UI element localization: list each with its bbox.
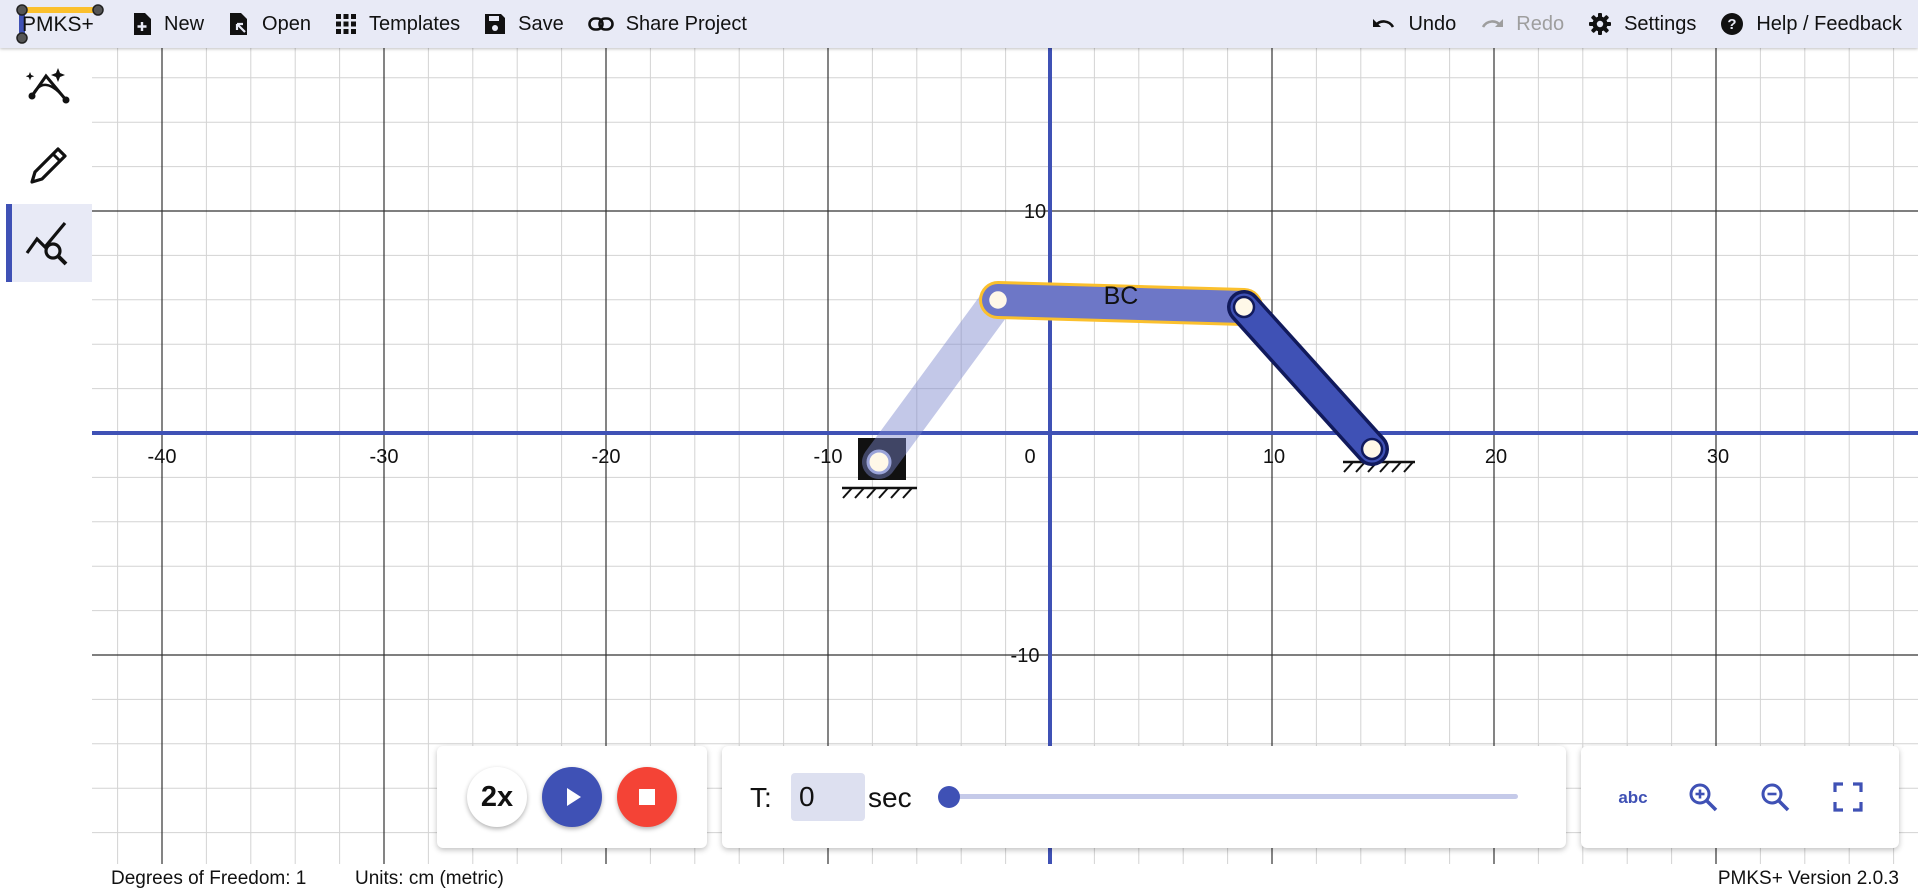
open-button[interactable]: Open [216, 0, 323, 48]
x-tick-label: -10 [814, 446, 843, 468]
redo-label: Redo [1516, 12, 1565, 35]
x-tick-label: -40 [148, 446, 177, 468]
redo-icon [1482, 19, 1504, 28]
top-toolbar: PMKS+ New Open Templates Save Share Proj… [0, 0, 1918, 48]
new-file-icon [134, 13, 151, 35]
analysis-icon [25, 221, 68, 266]
floppy-disk-icon [485, 14, 506, 34]
redo-button[interactable]: Redo [1468, 0, 1576, 48]
x-tick-label: 30 [1707, 446, 1729, 468]
share-project-button[interactable]: Share Project [576, 0, 759, 48]
svg-text:?: ? [1728, 16, 1737, 33]
save-button[interactable]: Save [472, 0, 576, 48]
open-label: Open [262, 12, 311, 35]
view-controls-panel: abc [1581, 746, 1899, 848]
edit-tab[interactable] [6, 126, 92, 204]
joint-b[interactable] [986, 288, 1010, 312]
time-panel: T: sec [722, 746, 1566, 848]
app-logo[interactable]: PMKS+ [12, 0, 112, 48]
link-ab[interactable] [862, 283, 1015, 479]
pencil-icon [30, 147, 67, 184]
undo-icon [1373, 19, 1395, 28]
fit-to-screen-button[interactable] [1824, 773, 1872, 821]
help-label: Help / Feedback [1756, 12, 1902, 35]
time-input[interactable] [791, 773, 865, 821]
degrees-of-freedom: Degrees of Freedom: 1 [111, 868, 307, 889]
units-indicator: Units: cm (metric) [355, 868, 504, 889]
speed-button[interactable]: 2x [467, 767, 527, 827]
x-tick-label: 10 [1263, 446, 1285, 468]
zoom-in-button[interactable] [1679, 773, 1727, 821]
stop-button[interactable] [617, 767, 677, 827]
templates-label: Templates [368, 12, 461, 35]
play-icon [567, 788, 581, 806]
synthesis-icon [25, 68, 70, 104]
linkage-canvas[interactable]: -40 -30 -20 -10 0 10 20 30 10 -10 BC [92, 48, 1918, 864]
share-label: Share Project [625, 12, 747, 35]
synthesis-tab[interactable] [6, 48, 92, 126]
zoom-in-icon [1689, 783, 1718, 812]
zoom-out-icon [1761, 783, 1790, 812]
link-cd[interactable] [1230, 293, 1386, 463]
time-slider-track[interactable] [948, 794, 1518, 799]
time-unit-label: sec [868, 782, 912, 813]
open-file-icon [230, 13, 248, 35]
abc-icon: abc [1618, 788, 1647, 807]
fullscreen-icon [1833, 782, 1863, 812]
joint-a[interactable] [866, 449, 892, 475]
undo-button[interactable]: Undo [1360, 0, 1468, 48]
joint-c[interactable] [1232, 295, 1256, 319]
stop-icon [639, 789, 655, 805]
joint-d[interactable] [1360, 437, 1384, 461]
analysis-tab[interactable] [6, 204, 92, 282]
x-tick-label: 0 [1024, 446, 1035, 468]
new-button[interactable]: New [120, 0, 216, 48]
link-icon [587, 17, 614, 31]
grid-icon [335, 14, 356, 34]
settings-label: Settings [1624, 12, 1697, 35]
save-label: Save [518, 12, 564, 35]
logo-text: PMKS+ [22, 13, 94, 36]
help-icon: ? [1721, 13, 1744, 35]
y-tick-label: -10 [1011, 645, 1040, 667]
x-tick-label: -20 [592, 446, 621, 468]
animation-controls-panel: 2x [437, 746, 707, 848]
status-bar: Degrees of Freedom: 1 Units: cm (metric)… [92, 864, 1918, 892]
help-feedback-button[interactable]: ? Help / Feedback [1708, 0, 1918, 48]
templates-button[interactable]: Templates [323, 0, 472, 48]
version-label: PMKS+ Version 2.0.3 [1717, 868, 1899, 889]
play-button[interactable] [542, 767, 602, 827]
zoom-out-button[interactable] [1751, 773, 1799, 821]
link-bc-label: BC [1104, 282, 1139, 310]
toggle-labels-button[interactable]: abc [1609, 773, 1657, 821]
y-tick-label: 10 [1024, 201, 1046, 223]
undo-label: Undo [1408, 12, 1457, 35]
svg-text:abc: abc [1618, 788, 1647, 807]
new-label: New [164, 12, 205, 35]
settings-button[interactable]: Settings [1576, 0, 1708, 48]
gear-icon [1589, 13, 1612, 35]
time-slider-thumb[interactable] [938, 786, 960, 808]
left-tool-rail [6, 48, 92, 868]
x-tick-label: 20 [1485, 446, 1507, 468]
time-label: T: [750, 782, 772, 813]
x-tick-label: -30 [370, 446, 399, 468]
